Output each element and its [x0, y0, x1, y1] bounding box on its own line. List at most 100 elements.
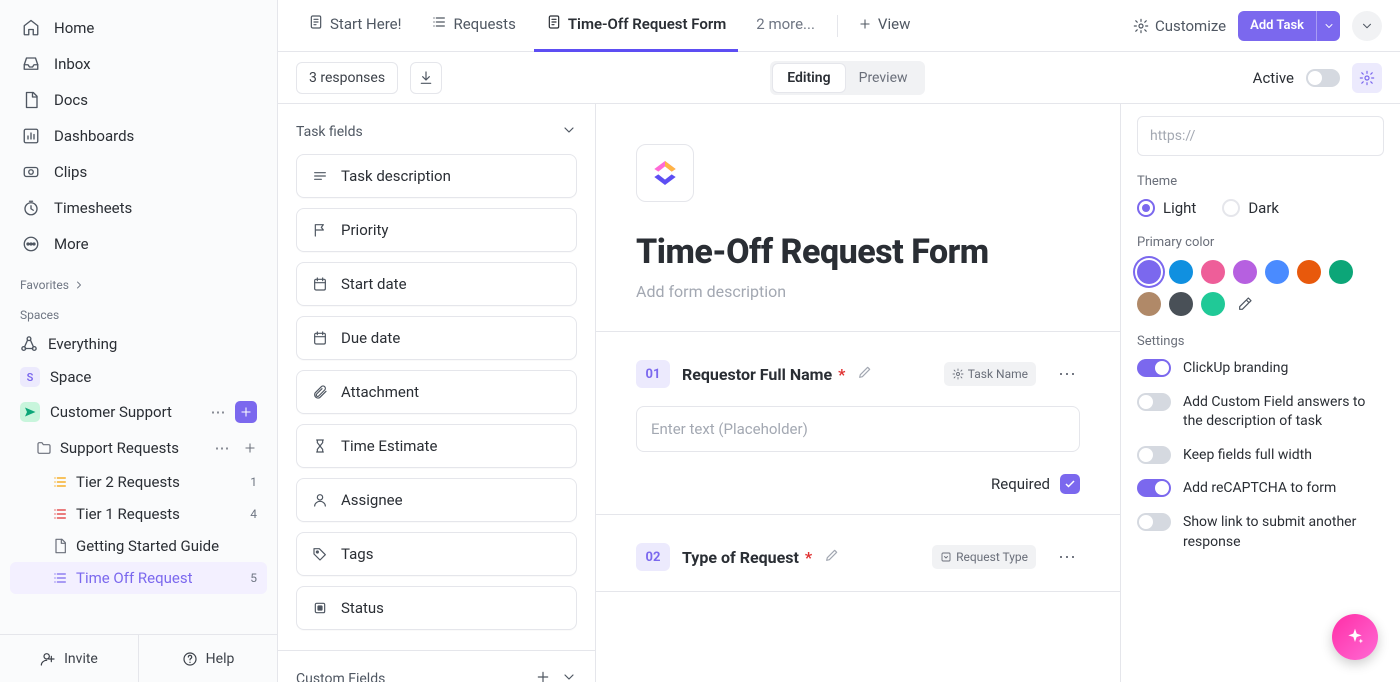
color-swatch[interactable]: [1201, 292, 1225, 316]
add-task-button[interactable]: Add Task: [1238, 11, 1340, 41]
field-attachment[interactable]: Attachment: [296, 370, 577, 414]
favorites-header[interactable]: Favorites: [0, 268, 277, 298]
field-type-chip[interactable]: Request Type: [932, 545, 1036, 569]
mode-preview[interactable]: Preview: [845, 64, 922, 92]
form-settings-button[interactable]: [1352, 63, 1382, 93]
download-button[interactable]: [410, 62, 442, 94]
form-field-01[interactable]: 01Requestor Full Name *Task Name⋯Enter t…: [596, 332, 1120, 515]
divider: [837, 15, 838, 37]
setting-add-custom-field-answers-to-th: Add Custom Field answers to the descript…: [1137, 393, 1384, 432]
responses-chip[interactable]: 3 responses: [296, 62, 398, 94]
toggle[interactable]: [1137, 393, 1171, 411]
nav-inbox[interactable]: Inbox: [12, 46, 265, 82]
secondary-bar: 3 responses Editing Preview Active: [278, 52, 1400, 104]
label: Time Estimate: [341, 437, 437, 455]
add-button[interactable]: [235, 401, 257, 423]
sidebar-item-everything[interactable]: Everything: [10, 328, 267, 360]
more-icon[interactable]: ⋯: [1056, 547, 1080, 568]
space-avatar: S: [20, 367, 40, 387]
add-view-button[interactable]: View: [848, 9, 920, 42]
color-swatch[interactable]: [1265, 260, 1289, 284]
sidebar-item-tier2[interactable]: Tier 2 Requests 1: [10, 466, 267, 498]
label: Due date: [341, 329, 400, 347]
pencil-icon[interactable]: [824, 547, 840, 567]
setting-clickup-branding: ClickUp branding: [1137, 359, 1384, 379]
form-title[interactable]: Time-Off Request Form: [636, 232, 1080, 272]
nav-dashboards[interactable]: Dashboards: [12, 118, 265, 154]
theme-dark[interactable]: Dark: [1222, 199, 1279, 217]
sidebar-item-tier1[interactable]: Tier 1 Requests 4: [10, 498, 267, 530]
fields-panel: Task fields Task descriptionPriorityStar…: [278, 104, 596, 682]
active-toggle[interactable]: [1306, 69, 1340, 87]
more-menu-button[interactable]: [1352, 11, 1382, 41]
required-label: Required: [991, 475, 1050, 493]
mode-editing[interactable]: Editing: [773, 64, 844, 92]
more-icon[interactable]: ⋯: [207, 401, 229, 423]
collapse-icon[interactable]: [561, 122, 577, 142]
nav-timesheets[interactable]: Timesheets: [12, 190, 265, 226]
tab-requests[interactable]: Requests: [419, 0, 527, 52]
sidebar-item-support-requests[interactable]: Support Requests ⋯: [10, 430, 267, 466]
toggle[interactable]: [1137, 446, 1171, 464]
list-icon: [431, 14, 447, 34]
color-swatch[interactable]: [1329, 260, 1353, 284]
collapse-icon[interactable]: [561, 669, 577, 682]
field-tags[interactable]: Tags: [296, 532, 577, 576]
toggle[interactable]: [1137, 359, 1171, 377]
sidebar-item-customer-support[interactable]: Customer Support ⋯: [10, 394, 267, 430]
field-start-date[interactable]: Start date: [296, 262, 577, 306]
eyedropper-icon[interactable]: [1233, 292, 1257, 316]
color-swatch[interactable]: [1137, 260, 1161, 284]
list-icon: [52, 570, 68, 586]
tab-time-off-request-form[interactable]: Time-Off Request Form: [534, 0, 738, 52]
form-description[interactable]: Add form description: [636, 282, 1080, 301]
nav-more[interactable]: More: [12, 226, 265, 262]
nav-docs[interactable]: Docs: [12, 82, 265, 118]
toggle[interactable]: [1137, 479, 1171, 497]
required-checkbox[interactable]: [1060, 474, 1080, 494]
tabs-overflow[interactable]: 2 more...: [744, 0, 827, 52]
nav-clips[interactable]: Clips: [12, 154, 265, 190]
doc-icon: [52, 538, 68, 554]
customize-button[interactable]: Customize: [1133, 17, 1226, 35]
toggle[interactable]: [1137, 513, 1171, 531]
sidebar-item-getting-started[interactable]: Getting Started Guide: [10, 530, 267, 562]
label: Clips: [54, 163, 87, 181]
form-field-02[interactable]: 02Type of Request *Request Type⋯: [596, 515, 1120, 592]
field-priority[interactable]: Priority: [296, 208, 577, 252]
color-swatch[interactable]: [1297, 260, 1321, 284]
primary-color-label: Primary color: [1137, 235, 1384, 250]
add-button[interactable]: [239, 437, 261, 459]
tab-start-here[interactable]: Start Here!: [296, 0, 413, 52]
sidebar-item-space[interactable]: S Space: [10, 360, 267, 394]
color-swatch[interactable]: [1169, 260, 1193, 284]
color-swatch[interactable]: [1169, 292, 1193, 316]
placeholder-input[interactable]: Enter text (Placeholder): [636, 406, 1080, 452]
field-due-date[interactable]: Due date: [296, 316, 577, 360]
sidebar-item-time-off-request[interactable]: Time Off Request 5: [10, 562, 267, 594]
field-status[interactable]: Status: [296, 586, 577, 630]
field-time-estimate[interactable]: Time Estimate: [296, 424, 577, 468]
space-avatar: [20, 402, 40, 422]
invite-button[interactable]: Invite: [0, 635, 138, 682]
color-swatch[interactable]: [1137, 292, 1161, 316]
theme-light[interactable]: Light: [1137, 199, 1196, 217]
nav-home[interactable]: Home: [12, 10, 265, 46]
label: Tier 2 Requests: [76, 473, 180, 491]
field-type-chip[interactable]: Task Name: [944, 362, 1036, 386]
color-swatch[interactable]: [1201, 260, 1225, 284]
help-button[interactable]: Help: [139, 635, 277, 682]
more-icon[interactable]: ⋯: [1056, 364, 1080, 385]
ai-fab[interactable]: [1332, 614, 1378, 660]
form-logo[interactable]: [636, 144, 694, 202]
more-icon[interactable]: ⋯: [211, 437, 233, 459]
color-swatch[interactable]: [1233, 260, 1257, 284]
chevron-down-icon[interactable]: [1316, 11, 1340, 41]
pencil-icon[interactable]: [857, 364, 873, 384]
field-assignee[interactable]: Assignee: [296, 478, 577, 522]
form-icon: [308, 14, 324, 34]
attach-icon: [311, 383, 329, 401]
field-task-description[interactable]: Task description: [296, 154, 577, 198]
redirect-url-input[interactable]: https://: [1137, 116, 1384, 156]
add-custom-field-button[interactable]: [535, 669, 551, 682]
